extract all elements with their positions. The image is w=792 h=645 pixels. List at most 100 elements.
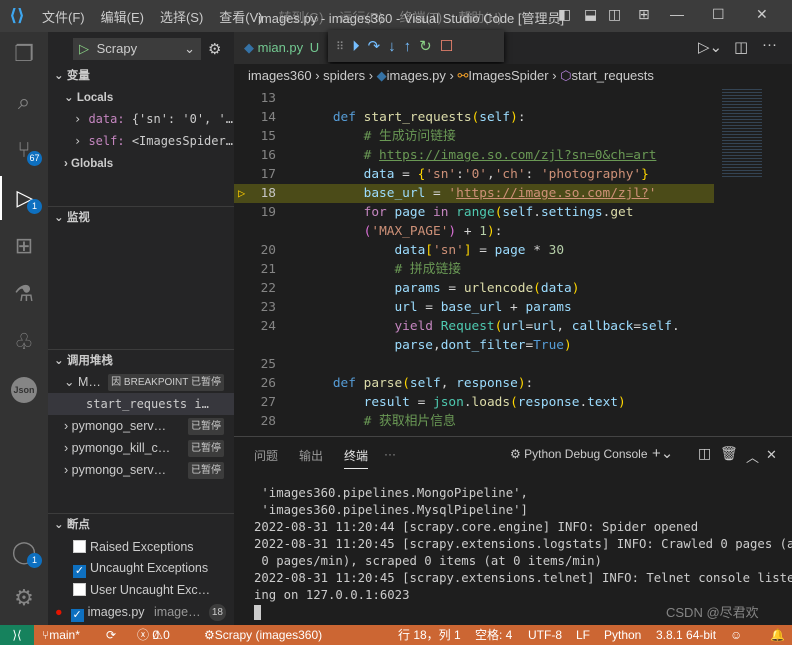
maximize-button[interactable]: ☐ [712, 6, 725, 23]
problems-status[interactable]: ⓧ 0 ⚠ 0 [137, 625, 170, 645]
breakpoint-paused-icon[interactable]: ▷ [238, 184, 245, 203]
code-editor[interactable]: 13 14 def start_requests(self): 15 # 生成访问链… [234, 87, 714, 436]
minimap[interactable] [714, 87, 792, 436]
explorer-icon[interactable]: ❐ [0, 32, 48, 76]
restart-icon[interactable]: ↻ [419, 37, 432, 55]
thread-row[interactable]: › pymongo_serv… 已暂停 [48, 459, 234, 481]
close-panel-icon[interactable]: ✕ [766, 447, 777, 463]
line-number[interactable]: 13 [234, 89, 276, 108]
minimize-button[interactable]: — [670, 6, 684, 22]
eol-status[interactable]: LF [576, 625, 590, 645]
code-line[interactable]: 26 def parse(self, response): [234, 374, 714, 393]
continue-icon[interactable]: ⏵ [352, 38, 360, 55]
line-number[interactable]: 25 [234, 355, 276, 374]
code-line[interactable]: 27 result = json.loads(response.text) [234, 393, 714, 412]
feedback-icon[interactable]: ☺ [730, 625, 742, 645]
menu-selection[interactable]: 选择(S) [152, 7, 211, 26]
json-icon[interactable]: Json [0, 368, 48, 412]
remote-icon[interactable]: ⟩⟨ [0, 625, 34, 645]
code-line[interactable]: parse,dont_filter=True) [234, 336, 714, 355]
run-debug-dropdown-icon[interactable]: ▷⌄ [698, 38, 722, 56]
extensions-icon[interactable]: ⊞ [0, 224, 48, 268]
code-line[interactable]: 19 for page in range(self.settings.get [234, 203, 714, 222]
close-button[interactable]: ✕ [756, 6, 768, 23]
breadcrumb-item[interactable]: ImagesSpider [468, 68, 548, 83]
code-line[interactable]: 22 params = urlencode(data) [234, 279, 714, 298]
panel-more-icon[interactable]: ··· [384, 447, 396, 461]
split-editor-icon[interactable]: ◫ [734, 38, 748, 56]
maximize-panel-icon[interactable]: ︿ [746, 447, 759, 466]
code-line[interactable]: 28 # 获取相片信息 [234, 412, 714, 431]
split-terminal-icon[interactable]: ◫ [698, 445, 711, 462]
sync-icon[interactable]: ⟳ [106, 625, 116, 645]
line-number[interactable]: 16 [234, 146, 276, 165]
code-line-current[interactable]: 18 ▷ base_url = 'https://image.so.com/zjl… [234, 184, 714, 203]
line-number[interactable]: 20 [234, 241, 276, 260]
cursor-position[interactable]: 行 18，列 1 [398, 625, 461, 645]
thread-row[interactable]: ⌄ M… 因 BREAKPOINT 已暂停 [48, 371, 234, 393]
call-stack-section-header[interactable]: ⌄ 调用堆栈 [48, 350, 234, 372]
terminal-selector[interactable]: ⚙ Python Debug Console [510, 447, 648, 461]
tab-output[interactable]: 输出 [299, 447, 323, 464]
line-number[interactable]: 17 [234, 165, 276, 184]
start-debug-icon[interactable]: ▷ [79, 41, 89, 56]
line-number[interactable]: 22 [234, 279, 276, 298]
stack-frame-row[interactable]: start_requests i… [48, 393, 234, 415]
code-line[interactable]: 20 data['sn'] = page * 30 [234, 241, 714, 260]
checkbox-checked[interactable]: ✓ [73, 565, 86, 578]
remote-explorer-icon[interactable]: ♧ [0, 320, 48, 364]
branch-status[interactable]: ⑂ main* [42, 625, 80, 645]
thread-row[interactable]: › pymongo_serv… 已暂停 [48, 415, 234, 437]
step-into-icon[interactable]: ↓ [388, 38, 396, 55]
more-actions-icon[interactable]: ··· [762, 36, 777, 53]
breakpoint-file-row[interactable]: ● ✓ images.py image… 18 [48, 601, 234, 623]
toggle-secondary-sidebar-icon[interactable]: ◫ [608, 6, 621, 23]
source-control-icon[interactable]: ⑂ 67 [0, 128, 48, 172]
code-line[interactable]: 16 # https://image.so.com/zjl?sn=0&ch=ar… [234, 146, 714, 165]
checkbox[interactable] [73, 583, 86, 596]
settings-gear-icon[interactable]: ⚙ [0, 576, 48, 620]
locals-scope[interactable]: ⌄ Locals [48, 87, 234, 109]
breakpoint-user-uncaught[interactable]: User Uncaught Exc… [48, 579, 234, 601]
breakpoints-section-header[interactable]: ⌄ 断点 [48, 514, 234, 536]
toggle-panel-icon[interactable]: ⬓ [584, 6, 597, 23]
line-number[interactable]: 28 [234, 412, 276, 431]
code-line[interactable]: 13 [234, 89, 714, 108]
trash-icon[interactable]: 🗑 [720, 445, 738, 462]
new-terminal-icon[interactable]: +⌄ [652, 444, 673, 462]
menu-edit[interactable]: 编辑(E) [93, 7, 152, 26]
code-line[interactable]: 23 url = base_url + params [234, 298, 714, 317]
breadcrumb-item[interactable]: images360 [248, 68, 312, 83]
line-number[interactable]: 23 [234, 298, 276, 317]
step-over-icon[interactable]: ↷ [368, 37, 381, 55]
step-out-icon[interactable]: ↑ [404, 38, 412, 55]
breadcrumb-item[interactable]: images.py [387, 68, 446, 83]
code-line[interactable]: 25 [234, 355, 714, 374]
variable-row[interactable]: › data: {'sn': '0', '… [48, 108, 234, 130]
code-line[interactable]: 14 def start_requests(self): [234, 108, 714, 127]
breakpoint-uncaught-exceptions[interactable]: ✓ Uncaught Exceptions [48, 557, 234, 579]
search-icon[interactable]: ⌕ [0, 80, 48, 124]
encoding-status[interactable]: UTF-8 [528, 625, 562, 645]
checkbox[interactable] [73, 540, 86, 553]
line-number[interactable]: 21 [234, 260, 276, 279]
globals-scope[interactable]: › Globals [48, 153, 234, 175]
code-line[interactable]: 15 # 生成访问链接 [234, 127, 714, 146]
debug-status[interactable]: ⚙ Scrapy (images360) [204, 625, 322, 645]
line-number[interactable]: 19 [234, 203, 276, 222]
variables-section-header[interactable]: ⌄ 变量 [48, 65, 234, 87]
code-line[interactable]: 17 data = {'sn':'0','ch': 'photography'} [234, 165, 714, 184]
line-number[interactable]: 26 [234, 374, 276, 393]
testing-icon[interactable]: ⚗ [0, 272, 48, 316]
variable-row[interactable]: › self: <ImagesSpider… [48, 130, 234, 152]
tab-terminal[interactable]: 终端 [344, 447, 369, 469]
line-number[interactable]: 24 [234, 317, 276, 336]
breadcrumb-item[interactable]: spiders [323, 68, 365, 83]
drag-handle-icon[interactable]: ⠿ [336, 40, 344, 53]
line-number[interactable]: 14 [234, 108, 276, 127]
interpreter-status[interactable]: 3.8.1 64-bit [656, 625, 716, 645]
account-icon[interactable]: ◯ 1 [0, 530, 48, 574]
debug-settings-gear-icon[interactable]: ⚙ [208, 40, 221, 58]
indentation-status[interactable]: 空格: 4 [475, 625, 512, 645]
tab-problems[interactable]: 问题 [254, 447, 278, 464]
